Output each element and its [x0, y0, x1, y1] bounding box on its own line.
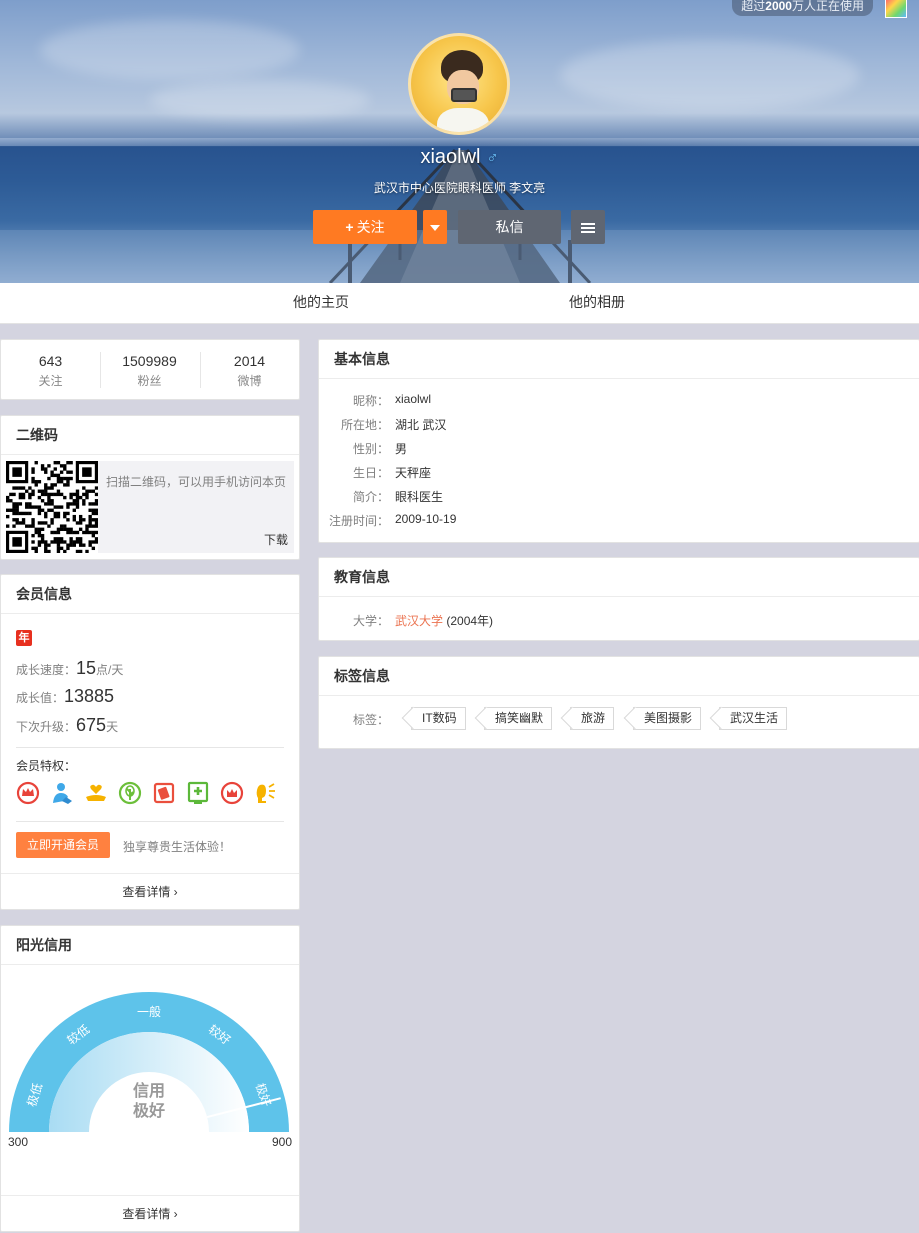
- qr-code-image: [6, 461, 99, 554]
- info-value: xiaolwl: [395, 392, 432, 406]
- info-value: 天秤座: [395, 466, 432, 480]
- stat-followers[interactable]: 1509989 粉丝: [100, 352, 199, 390]
- next-upgrade: 下次升级：675天: [16, 715, 119, 735]
- credit-card: 阳光信用 极低 较低 一般 较好 极好 信用 极好 300 900 查看详情 ›: [0, 925, 300, 1232]
- tags-card: 标签信息 标签： IT数码 搞笑幽默 旅游 美图摄影 武汉生活: [318, 656, 919, 749]
- chevron-right-icon: ›: [173, 885, 178, 899]
- crown-badge-icon[interactable]: [220, 781, 244, 805]
- member-title: 会员信息: [1, 575, 299, 614]
- info-key: 所在地：: [340, 418, 389, 432]
- education-card: 教育信息 大学： 武汉大学 (2004年): [318, 557, 919, 641]
- privileges-row: [16, 781, 286, 807]
- info-key: 生日：: [352, 466, 389, 480]
- info-value: 湖北 武汉: [395, 418, 447, 432]
- username: xiaolwl ♂: [0, 146, 919, 169]
- vip-tip: 独享尊贵生活体验！: [123, 840, 232, 854]
- credit-gauge: 极低 较低 一般 较好 极好 信用 极好 300 900: [8, 992, 292, 1149]
- info-key: 简介：: [352, 490, 389, 504]
- qr-card: 二维码 扫描二维码，可以用手机访问本页 下载: [0, 415, 300, 560]
- annual-member-badge: 年: [16, 630, 32, 646]
- crown-icon[interactable]: [16, 781, 40, 805]
- info-value: 眼科医生: [395, 490, 444, 504]
- info-key: 昵称：: [352, 394, 389, 408]
- follow-dropdown-button[interactable]: [423, 210, 447, 244]
- divider: [16, 821, 284, 822]
- follow-button[interactable]: + 关注: [313, 210, 417, 244]
- stat-posts[interactable]: 2014 微博: [200, 352, 299, 390]
- more-menu-button[interactable]: [571, 210, 605, 244]
- username-text: xiaolwl: [420, 146, 481, 168]
- basic-info-title: 基本信息: [319, 340, 919, 379]
- basic-info-card: 基本信息 昵称： xiaolwl 所在地： 湖北 武汉 性别： 男生日： 天秤座 简介： 眼科医…: [318, 339, 919, 543]
- member-more-link[interactable]: 查看详情 ›: [1, 873, 299, 909]
- tag-item[interactable]: 美图摄影: [633, 707, 702, 730]
- leaf-icon[interactable]: [118, 781, 142, 805]
- message-button[interactable]: 私信: [458, 210, 561, 244]
- profile-tabs: 他的主页 他的相册: [0, 283, 919, 324]
- usage-badge: 超过2000万人正在使用: [732, 0, 873, 16]
- credit-more-link[interactable]: 查看详情 ›: [1, 1195, 299, 1231]
- tags-title: 标签信息: [319, 657, 919, 696]
- credit-center-line1: 信用: [133, 1081, 165, 1100]
- tag-item[interactable]: IT数码: [411, 707, 466, 730]
- qr-tip: 扫描二维码，可以用手机访问本页: [106, 475, 287, 489]
- tag-item[interactable]: 武汉生活: [719, 707, 788, 730]
- qr-box: 扫描二维码，可以用手机访问本页 下载: [6, 461, 294, 554]
- info-value: 2009-10-19: [395, 512, 457, 526]
- speaker-icon[interactable]: [254, 781, 278, 805]
- avatar[interactable]: [408, 33, 510, 135]
- tag-item[interactable]: 搞笑幽默: [484, 707, 553, 730]
- credit-title: 阳光信用: [1, 926, 299, 965]
- member-card: 会员信息 年 成长速度：15点/天 成长值：13885 下次升级：675天 会员…: [0, 574, 300, 910]
- tab-home[interactable]: 他的主页: [293, 283, 349, 324]
- tab-album[interactable]: 他的相册: [569, 283, 625, 324]
- profile-intro: 武汉市中心医院眼科医师 李文亮: [373, 181, 546, 195]
- chevron-right-icon: ›: [173, 1207, 178, 1221]
- menu-icon: [581, 223, 595, 234]
- info-key: 注册时间：: [328, 514, 389, 528]
- qr-download-link[interactable]: 下载: [264, 531, 288, 548]
- male-icon: ♂: [486, 150, 499, 167]
- divider: [16, 747, 284, 748]
- person-icon[interactable]: [50, 781, 74, 805]
- credit-min: 300: [8, 1135, 28, 1149]
- education-title: 教育信息: [319, 558, 919, 597]
- school-link[interactable]: 武汉大学: [395, 614, 443, 628]
- growth-value: 成长值：13885: [16, 686, 115, 706]
- stats-card: 643 关注 1509989 粉丝 2014 微博: [0, 339, 300, 400]
- stat-following[interactable]: 643 关注: [1, 352, 100, 390]
- tag-item[interactable]: 旅游: [570, 707, 615, 730]
- medical-icon[interactable]: [186, 781, 210, 805]
- qr-title: 二维码: [1, 416, 299, 455]
- credit-max: 900: [272, 1135, 292, 1149]
- skin-icon[interactable]: [885, 0, 907, 18]
- level-label: 一般: [137, 1004, 161, 1019]
- info-key: 性别：: [352, 442, 389, 456]
- plus-icon: +: [345, 219, 354, 235]
- cards-icon[interactable]: [152, 781, 176, 805]
- open-vip-button[interactable]: 立即开通会员: [16, 832, 110, 858]
- chevron-down-icon: [430, 225, 440, 232]
- growth-speed: 成长速度：15点/天: [16, 658, 124, 678]
- privileges-label: 会员特权：: [16, 759, 77, 773]
- heart-hand-icon[interactable]: [84, 781, 108, 805]
- info-value: 男: [395, 442, 408, 456]
- cover-banner: 超过2000万人正在使用 xiaolwl ♂ 武汉市中心医院眼科医师 李文亮 + 关…: [0, 0, 919, 283]
- credit-center-line2: 极好: [133, 1101, 165, 1120]
